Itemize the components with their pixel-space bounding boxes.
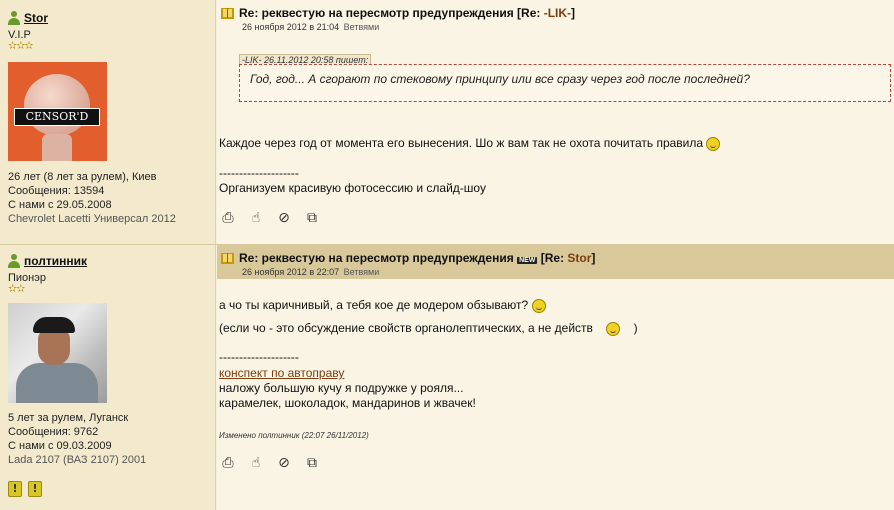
author-name-link[interactable]: полтинник bbox=[24, 254, 87, 268]
avatar-body bbox=[16, 363, 98, 403]
post-body-line-2: (если чо - это обсуждение свойств органо… bbox=[219, 321, 638, 336]
author-panel: полтинник Пионэр ✫✫ 5 лет за рулем, Луга… bbox=[0, 245, 216, 510]
move-icon[interactable]: ⧉ bbox=[303, 210, 321, 226]
author-age-city: 5 лет за рулем, Луганск bbox=[8, 412, 129, 424]
post-meta: 26 ноября 2012 в 21:04 Ветвями bbox=[242, 22, 379, 32]
author-post-count: Сообщения: 13594 bbox=[8, 185, 105, 197]
post-body-text-end: ) bbox=[633, 321, 638, 335]
user-online-icon bbox=[8, 254, 20, 268]
author-panel: Stor V.I.P ✫✫✫ CENSOR'D 26 лет (8 лет за… bbox=[0, 0, 216, 244]
hand-pointer-icon[interactable]: ☝ bbox=[247, 455, 265, 471]
author-name-link[interactable]: Stor bbox=[24, 11, 48, 25]
reply-to-link[interactable]: Stor bbox=[567, 251, 591, 265]
post-content: Re: реквестую на пересмотр предупреждени… bbox=[217, 0, 894, 244]
print-icon[interactable]: ⎙ bbox=[219, 455, 237, 471]
post-meta: 26 ноября 2012 в 22:07 Ветвями bbox=[242, 267, 379, 277]
forbidden-icon[interactable]: ⊘ bbox=[275, 210, 293, 226]
avatar-cap bbox=[33, 317, 75, 333]
forbidden-icon[interactable]: ⊘ bbox=[275, 455, 293, 471]
post-body-text: (если чо - это обсуждение свойств органо… bbox=[219, 321, 593, 335]
move-icon[interactable]: ⧉ bbox=[303, 455, 321, 471]
warning-icon[interactable]: ! bbox=[28, 481, 42, 497]
author-car: Lada 2107 (ВАЗ 2107) 2001 bbox=[8, 454, 147, 466]
author-row: Stor bbox=[8, 11, 48, 25]
book-icon bbox=[221, 252, 234, 264]
hand-pointer-icon[interactable]: ☝ bbox=[247, 210, 265, 226]
signature-separator: -------------------- bbox=[219, 166, 299, 180]
warning-icon[interactable]: ! bbox=[8, 481, 22, 497]
rank-stars-icon: ✫✫✫ bbox=[8, 39, 34, 52]
post-title-end: ] bbox=[591, 251, 596, 265]
post-title-text: Re: реквестую на пересмотр предупреждени… bbox=[239, 6, 544, 20]
author-post-count: Сообщения: 9762 bbox=[8, 426, 99, 438]
rank-stars-icon: ✫✫ bbox=[8, 282, 25, 295]
smile-smiley-icon bbox=[606, 321, 621, 336]
post-title-row: Re: реквестую на пересмотр предупреждени… bbox=[221, 6, 575, 20]
quote-text: Год, год... А сгорают по стековому принц… bbox=[239, 64, 891, 102]
post-date: 26 ноября 2012 в 21:04 bbox=[242, 22, 340, 32]
post-body: Каждое через год от момента его вынесени… bbox=[219, 136, 721, 151]
warnings: ! ! bbox=[8, 481, 42, 497]
author-joined: С нами с 29.05.2008 bbox=[8, 199, 112, 211]
post-title: Re: реквестую на пересмотр предупреждени… bbox=[239, 251, 595, 265]
signature-separator: -------------------- bbox=[219, 350, 299, 364]
post-toolbar: ⎙ ☝ ⊘ ⧉ bbox=[219, 210, 321, 226]
post-branch-link[interactable]: Ветвями bbox=[344, 267, 380, 277]
post-title: Re: реквестую на пересмотр предупреждени… bbox=[239, 6, 575, 20]
author-info: 5 лет за рулем, Луганск Сообщения: 9762 … bbox=[8, 411, 146, 467]
post-date: 26 ноября 2012 в 22:07 bbox=[242, 267, 340, 277]
print-icon[interactable]: ⎙ bbox=[219, 210, 237, 226]
post-title-row: Re: реквестую на пересмотр предупреждени… bbox=[221, 251, 595, 265]
avatar-head bbox=[24, 74, 90, 136]
book-icon bbox=[221, 7, 234, 19]
user-online-icon bbox=[8, 11, 20, 25]
post-title-text: Re: реквестую на пересмотр предупреждени… bbox=[239, 251, 514, 265]
post-1: Stor V.I.P ✫✫✫ CENSOR'D 26 лет (8 лет за… bbox=[0, 0, 894, 244]
author-joined: С нами с 09.03.2009 bbox=[8, 440, 112, 452]
edited-note: Изменено полтинник (22:07 26/11/2012) bbox=[219, 431, 369, 440]
post-2: полтинник Пионэр ✫✫ 5 лет за рулем, Луга… bbox=[0, 244, 894, 510]
avatar-caption: CENSOR'D bbox=[14, 108, 100, 126]
post-content: Re: реквестую на пересмотр предупреждени… bbox=[217, 245, 894, 510]
signature-link[interactable]: конспект по автоправу bbox=[219, 366, 344, 380]
post-toolbar: ⎙ ☝ ⊘ ⧉ bbox=[219, 455, 321, 471]
new-badge: NEW bbox=[517, 257, 538, 264]
post-branch-link[interactable]: Ветвями bbox=[344, 22, 380, 32]
post-body-text: а чо ты каричнивый, а тебя кое де модеро… bbox=[219, 298, 529, 312]
avatar[interactable] bbox=[8, 303, 107, 403]
author-car: Chevrolet Lacetti Универсал 2012 bbox=[8, 213, 176, 225]
signature-line-2: карамелек, шоколадок, мандаринов и жваче… bbox=[219, 396, 476, 410]
post-body-line-1: а чо ты каричнивый, а тебя кое де модеро… bbox=[219, 298, 546, 313]
reply-to-link[interactable]: -LIK- bbox=[544, 6, 571, 20]
author-age-city: 26 лет (8 лет за рулем), Киев bbox=[8, 171, 157, 183]
post-header: Re: реквестую на пересмотр предупреждени… bbox=[217, 245, 894, 279]
post-header: Re: реквестую на пересмотр предупреждени… bbox=[217, 0, 894, 34]
author-row: полтинник bbox=[8, 254, 87, 268]
post-title-end: ] bbox=[571, 6, 576, 20]
signature-link-row: конспект по автоправу bbox=[219, 366, 344, 381]
post-body-text: Каждое через год от момента его вынесени… bbox=[219, 136, 704, 150]
grin-smiley-icon bbox=[706, 136, 721, 151]
avatar[interactable]: CENSOR'D bbox=[8, 62, 107, 161]
post-title-reply-prefix: [Re: bbox=[540, 251, 568, 265]
author-info: 26 лет (8 лет за рулем), Киев Сообщения:… bbox=[8, 170, 176, 226]
signature-text: Организуем красивую фотосессию и слайд-ш… bbox=[219, 181, 486, 195]
avatar-face bbox=[38, 329, 70, 365]
avatar-body bbox=[42, 134, 72, 161]
thinking-smiley-icon bbox=[531, 298, 546, 313]
signature-line-1: наложу большую кучу я подружке у рояля..… bbox=[219, 381, 464, 395]
